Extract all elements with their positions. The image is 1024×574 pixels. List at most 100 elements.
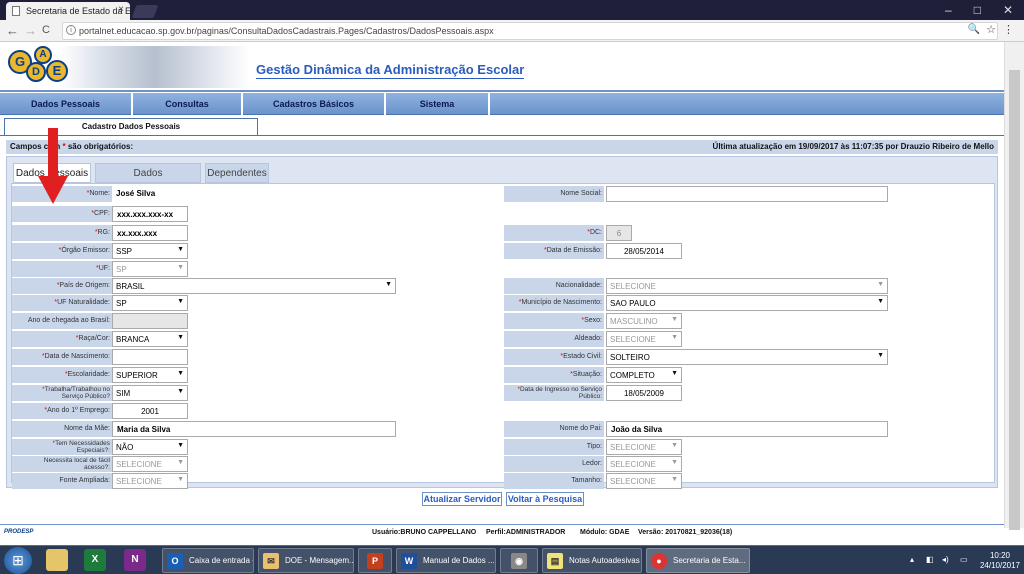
- estado-civil-select[interactable]: SOLTEIRO ▼: [606, 349, 888, 365]
- back-icon[interactable]: ←: [6, 23, 19, 38]
- nome-mae-input[interactable]: Maria da Silva: [112, 421, 396, 437]
- menu-sistema[interactable]: Sistema: [386, 93, 490, 115]
- tipo-select[interactable]: SELECIONE ▼: [606, 439, 682, 455]
- browser-tabstrip: Secretaria de Estado da E × – □ ✕: [0, 0, 1024, 20]
- form-row: *País de Origem: BRASIL ▼ Nacionalidade: …: [12, 278, 996, 295]
- browser-tab[interactable]: Secretaria de Estado da E ×: [6, 2, 130, 20]
- tab-close-icon[interactable]: ×: [118, 4, 124, 15]
- nacionalidade-label: Nacionalidade:: [504, 278, 604, 294]
- ano-chegada-input[interactable]: [112, 313, 188, 329]
- trabalha-label: *Trabalha/Trabalhou no Serviço Público?: [12, 385, 112, 401]
- start-button[interactable]: ⊞: [4, 547, 32, 574]
- pais-label: *País de Origem:: [12, 278, 112, 294]
- data-emissao-input[interactable]: 28/05/2014: [606, 243, 682, 259]
- sexo-select[interactable]: MASCULINO ▼: [606, 313, 682, 329]
- menu-cadastros-basicos[interactable]: Cadastros Básicos: [243, 93, 386, 115]
- logo-letter: E: [46, 60, 68, 82]
- dc-input[interactable]: 6: [606, 225, 632, 241]
- estado-civil-label: *Estado Civil:: [504, 349, 604, 365]
- page-scrollbar[interactable]: [1004, 42, 1024, 530]
- fonte-ampliada-select[interactable]: SELECIONE ▼: [112, 473, 188, 489]
- chevron-down-icon: ▼: [877, 281, 884, 288]
- municipio-select[interactable]: SAO PAULO ▼: [606, 295, 888, 311]
- tab-dependentes[interactable]: Dependentes: [205, 163, 269, 183]
- rg-label: *RG:: [12, 225, 112, 241]
- taskbar-item-app[interactable]: ◉: [500, 548, 538, 573]
- voltar-pesquisa-button[interactable]: Voltar à Pesquisa: [506, 492, 584, 506]
- onenote-icon[interactable]: N: [124, 549, 146, 571]
- chevron-down-icon: ▼: [671, 442, 678, 449]
- chevron-down-icon: ▼: [177, 442, 184, 449]
- file-explorer-icon[interactable]: [46, 549, 68, 571]
- data-nascimento-input[interactable]: [112, 349, 188, 365]
- atualizar-servidor-button[interactable]: Atualizar Servidor: [422, 492, 502, 506]
- bookmark-star-icon[interactable]: ☆: [986, 23, 996, 36]
- pais-select[interactable]: BRASIL ▼: [112, 278, 396, 294]
- close-window-icon[interactable]: ✕: [1003, 3, 1013, 17]
- new-tab-button[interactable]: [131, 5, 159, 18]
- gdae-logo: G D A E: [6, 46, 70, 90]
- uf-select[interactable]: SP ▼: [112, 261, 188, 277]
- uf-label: *UF:: [12, 261, 112, 277]
- volume-icon[interactable]: ◂): [942, 555, 949, 564]
- nome-input[interactable]: José Silva: [112, 186, 398, 202]
- url-input[interactable]: i portalnet.educacao.sp.gov.br/paginas/C…: [62, 22, 998, 40]
- prodesp-logo: PRODESP: [4, 529, 34, 535]
- taskbar-item-outlook[interactable]: OCaixa de entrada -...: [162, 548, 254, 573]
- menu-dados-pessoais[interactable]: Dados Pessoais: [0, 93, 133, 115]
- orgao-select[interactable]: SSP ▼: [112, 243, 188, 259]
- chevron-down-icon: ▼: [177, 370, 184, 377]
- tamanho-select[interactable]: SELECIONE ▼: [606, 473, 682, 489]
- ano-emprego-input[interactable]: 2001: [112, 403, 188, 419]
- situacao-select[interactable]: COMPLETO ▼: [606, 367, 682, 383]
- form-row: Necessita local de fácil acesso?: SELECIO…: [12, 456, 996, 473]
- taskbar-item-chrome[interactable]: ● Secretaria de Esta...: [646, 548, 750, 573]
- necessidades-label: *Tem Necessidades Especiais?:: [12, 439, 112, 455]
- sexo-label: *Sexo:: [504, 313, 604, 329]
- forward-icon[interactable]: →: [24, 23, 37, 38]
- maximize-icon[interactable]: □: [974, 3, 981, 17]
- minimize-icon[interactable]: –: [945, 3, 952, 17]
- cpf-label: *CPF:: [12, 206, 112, 222]
- tray-arrow-icon[interactable]: ▴: [910, 555, 914, 564]
- local-acesso-select[interactable]: SELECIONE ▼: [112, 456, 188, 472]
- logo-letter: D: [26, 62, 46, 82]
- taskbar-item-powerpoint[interactable]: P: [358, 548, 392, 573]
- ledor-select[interactable]: SELECIONE ▼: [606, 456, 682, 472]
- chevron-down-icon: ▼: [671, 459, 678, 466]
- reload-icon[interactable]: C: [42, 24, 50, 36]
- browser-menu-icon[interactable]: ⋮: [1003, 23, 1014, 36]
- data-ingresso-input[interactable]: 18/05/2009: [606, 385, 682, 401]
- necessidades-select[interactable]: NÃO ▼: [112, 439, 188, 455]
- windows-taskbar: ⊞ X N OCaixa de entrada -... ✉DOE - Mens…: [0, 545, 1024, 574]
- keyboard-icon[interactable]: ▭: [960, 555, 968, 564]
- excel-icon[interactable]: X: [84, 549, 106, 571]
- zoom-icon[interactable]: 🔍: [968, 24, 980, 35]
- form-panel: Dados Pessoais Dados Complementares Depe…: [6, 156, 998, 489]
- mail-icon: ✉: [263, 553, 279, 569]
- escolaridade-select[interactable]: SUPERIOR ▼: [112, 367, 188, 383]
- network-icon[interactable]: ◧: [926, 555, 934, 564]
- taskbar-item-doe[interactable]: ✉ DOE - Mensagem...: [258, 548, 354, 573]
- trabalha-select[interactable]: SIM ▼: [112, 385, 188, 401]
- form-row: *Nome: José Silva Nome Social:: [12, 186, 996, 203]
- info-icon[interactable]: i: [66, 25, 76, 35]
- clock[interactable]: 10:20 24/10/2017: [980, 551, 1020, 571]
- taskbar-item-word[interactable]: W Manual de Dados ...: [396, 548, 496, 573]
- fonte-ampliada-label: Fonte Ampliada:: [12, 473, 112, 489]
- raca-select[interactable]: BRANCA ▼: [112, 331, 188, 347]
- ano-emprego-label: *Ano do 1º Emprego:: [12, 403, 112, 419]
- data-emissao-label: *Data de Emissão:: [504, 243, 604, 259]
- scrollbar-thumb[interactable]: [1009, 70, 1020, 530]
- nacionalidade-select[interactable]: SELECIONE ▼: [606, 278, 888, 294]
- rg-input[interactable]: xx.xxx.xxx: [112, 225, 188, 241]
- menu-consultas[interactable]: Consultas: [133, 93, 243, 115]
- cpf-input[interactable]: xxx.xxx.xxx-xx: [112, 206, 188, 222]
- nome-social-input[interactable]: [606, 186, 888, 202]
- chevron-down-icon: ▼: [671, 334, 678, 341]
- uf-naturalidade-select[interactable]: SP ▼: [112, 295, 188, 311]
- aldeado-select[interactable]: SELECIONE ▼: [606, 331, 682, 347]
- tab-dados-complementares[interactable]: Dados Complementares: [95, 163, 201, 199]
- nome-pai-input[interactable]: João da Silva: [606, 421, 888, 437]
- taskbar-item-sticky-notes[interactable]: ▤ Notas Autoadesivas: [542, 548, 642, 573]
